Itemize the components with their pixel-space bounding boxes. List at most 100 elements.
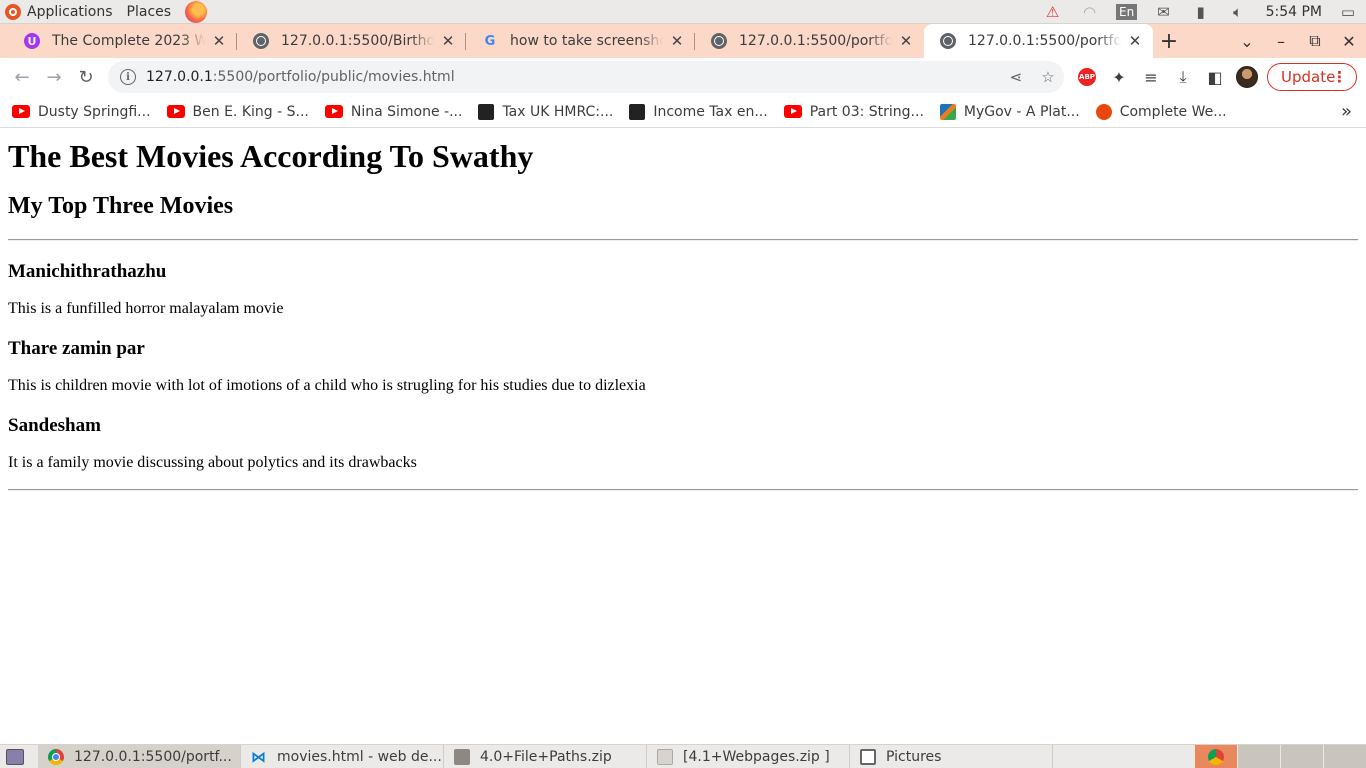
movie-description: This is children movie with lot of imoti… (8, 377, 646, 394)
tab-title: The Complete 2023 Web Development Bootca… (52, 33, 205, 49)
volume-icon[interactable]: 🔈︎ (1226, 0, 1250, 24)
tab-portfolio[interactable]: 127.0.0.1:5500/portfolio ✕ (695, 24, 924, 58)
user-menu-icon[interactable]: ▭ (1336, 0, 1360, 24)
share-icon[interactable]: ⋖ (1000, 68, 1032, 86)
close-tab-icon[interactable]: ✕ (898, 32, 914, 50)
tab-title: 127.0.0.1:5500/portfolio (968, 33, 1121, 49)
divider (8, 239, 1358, 241)
taskbar-label: 4.0+File+Paths.zip (480, 748, 612, 765)
close-tab-icon[interactable]: ✕ (440, 32, 456, 50)
divider (8, 489, 1358, 491)
gnome-top-panel: Applications Places ⚠ ◠ En ✉ ▮ 🔈︎ 5:54 P… (0, 0, 1366, 24)
youtube-icon (783, 105, 802, 118)
reload-icon[interactable]: ↻ (70, 61, 102, 93)
system-tray: ⚠ ◠ En ✉ ▮ 🔈︎ 5:54 PM ▭ (1028, 0, 1366, 24)
forward-arrow-icon[interactable]: → (38, 61, 70, 93)
battery-icon[interactable]: ▮ (1189, 0, 1213, 24)
media-queue-icon[interactable]: ≡ (1137, 63, 1165, 91)
taskbar-item-vscode[interactable]: ⋈ movies.html - web de... (241, 744, 444, 768)
back-arrow-icon[interactable]: ← (6, 61, 38, 93)
close-tab-icon[interactable]: ✕ (1127, 32, 1143, 50)
bookmark-label: Tax UK HMRC:... (502, 103, 614, 120)
bookmark-item[interactable]: Income Tax en... (629, 103, 768, 120)
close-tab-icon[interactable]: ✕ (211, 32, 227, 50)
extensions-puzzle-icon[interactable]: ✦ (1105, 63, 1133, 91)
mail-icon[interactable]: ✉ (1152, 0, 1176, 24)
taskbar-label: movies.html - web de... (277, 748, 442, 765)
tab-udemy-bootcamp[interactable]: U The Complete 2023 Web Development Boot… (8, 24, 237, 58)
window-controls: ⌄ – ⧉ ✕ (1230, 24, 1366, 58)
tab-title: 127.0.0.1:5500/Birthday (281, 33, 434, 49)
archive-icon (454, 748, 470, 765)
clock[interactable]: 5:54 PM (1266, 4, 1322, 20)
url-host: 127.0.0.1 (146, 69, 213, 85)
udemy-icon (1095, 103, 1112, 120)
ubuntu-logo-icon[interactable] (5, 3, 21, 20)
tab-title: how to take screenshot (510, 33, 663, 49)
site-info-icon[interactable]: i (120, 69, 136, 85)
page-subtitle: My Top Three Movies (8, 193, 234, 219)
url-text[interactable]: 127.0.0.1:5500/portfolio/public/movies.h… (146, 69, 1000, 85)
taskbar-item-zip[interactable]: 4.0+File+Paths.zip (444, 744, 647, 768)
taskbar-label: Pictures (886, 748, 942, 765)
bookmark-item[interactable]: Tax UK HMRC:... (478, 103, 614, 120)
address-bar[interactable]: i 127.0.0.1:5500/portfolio/public/movies… (108, 61, 1064, 93)
taskbar-item-zip-minimized[interactable]: [4.1+Webpages.zip ] (647, 744, 850, 768)
udemy-icon: U (24, 33, 40, 49)
show-desktop-icon[interactable] (6, 748, 24, 765)
taskbar-label: 127.0.0.1:5500/portf... (74, 748, 232, 765)
bookmark-label: Complete We... (1119, 103, 1227, 120)
side-panel-icon[interactable]: ◧ (1201, 63, 1229, 91)
url-path: :5500/portfolio/public/movies.html (212, 69, 455, 85)
warning-icon[interactable]: ⚠ (1041, 0, 1065, 24)
bookmark-item[interactable]: Ben E. King - S... (166, 104, 309, 120)
folder-icon (860, 748, 876, 765)
tab-google-search[interactable]: G how to take screenshot ✕ (466, 24, 695, 58)
minimize-icon[interactable]: – (1264, 32, 1298, 51)
download-icon[interactable]: ⤓ (1169, 63, 1197, 91)
tab-birthday[interactable]: 127.0.0.1:5500/Birthday ✕ (237, 24, 466, 58)
chrome-icon (48, 748, 64, 765)
more-bookmarks-chevron-icon[interactable]: » (1341, 101, 1352, 122)
kebab-menu-icon[interactable]: ⋮ (1332, 68, 1347, 86)
browser-tab-strip: U The Complete 2023 Web Development Boot… (0, 24, 1366, 58)
keyboard-language-indicator[interactable]: En (1115, 4, 1138, 20)
places-menu[interactable]: Places (127, 4, 172, 20)
firefox-launcher-icon[interactable] (185, 0, 208, 23)
movie-description: This is a funfilled horror malayalam mov… (8, 300, 284, 317)
movie-title: Manichithrathazhu (8, 261, 167, 282)
adblock-plus-icon[interactable]: ABP (1073, 63, 1101, 91)
restore-icon[interactable]: ⧉ (1298, 31, 1332, 51)
bookmark-item[interactable]: Dusty Springfi... (12, 104, 151, 120)
crown-icon (478, 103, 495, 120)
update-button[interactable]: Update ⋮ (1267, 63, 1357, 91)
taskbar-label: [4.1+Webpages.zip ] (683, 748, 830, 765)
bottom-taskbar: 127.0.0.1:5500/portf... ⋈ movies.html - w… (0, 744, 1366, 768)
close-tab-icon[interactable]: ✕ (669, 32, 685, 50)
workspace-1[interactable] (1194, 745, 1237, 768)
bookmark-item[interactable]: Nina Simone -... (324, 104, 462, 120)
workspace-2[interactable] (1237, 745, 1280, 768)
profile-avatar[interactable] (1233, 63, 1261, 91)
close-window-icon[interactable]: ✕ (1332, 32, 1366, 51)
google-icon: G (484, 33, 496, 49)
bookmark-star-icon[interactable]: ☆ (1032, 68, 1064, 86)
tab-portfolio-active[interactable]: 127.0.0.1:5500/portfolio ✕ (924, 24, 1153, 58)
bookmark-item[interactable]: Complete We... (1095, 103, 1227, 120)
workspace-4[interactable] (1323, 745, 1366, 768)
globe-icon (711, 33, 727, 49)
bookmark-label: Part 03: String... (809, 103, 924, 120)
applications-menu[interactable]: Applications (27, 4, 113, 20)
bookmark-item[interactable]: Part 03: String... (783, 103, 924, 120)
workspace-3[interactable] (1280, 745, 1323, 768)
bookmark-item[interactable]: MyGov - A Plat... (939, 103, 1080, 120)
taskbar-item-pictures[interactable]: Pictures (850, 744, 1053, 768)
wifi-icon[interactable]: ◠ (1078, 0, 1102, 24)
chrome-icon (1208, 749, 1224, 765)
page-title: The Best Movies According To Swathy (8, 138, 534, 174)
tab-search-chevron-icon[interactable]: ⌄ (1230, 32, 1264, 51)
taskbar-item-chrome[interactable]: 127.0.0.1:5500/portf... (38, 744, 241, 768)
new-tab-button[interactable]: + (1153, 24, 1185, 58)
globe-icon (940, 33, 956, 49)
youtube-icon (324, 105, 343, 118)
